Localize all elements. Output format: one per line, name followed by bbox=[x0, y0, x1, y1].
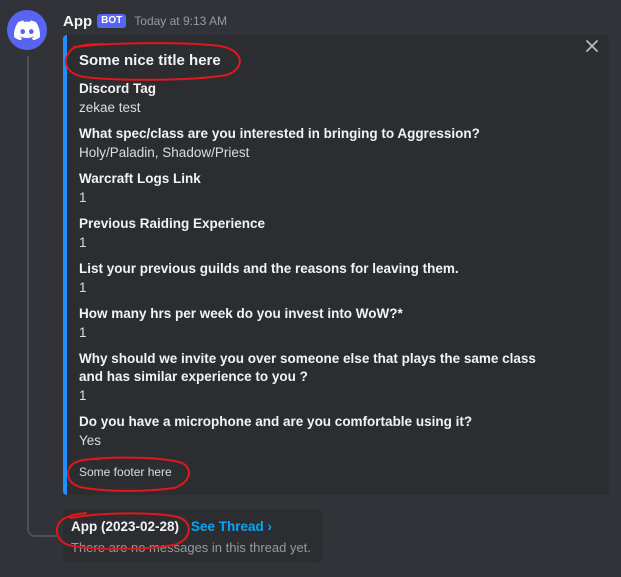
field-value: 1 bbox=[79, 325, 87, 340]
thread-name[interactable]: App (2023-02-28) bbox=[71, 519, 179, 534]
field-name: List your previous guilds and the reason… bbox=[79, 261, 459, 276]
field-value: 1 bbox=[79, 280, 87, 295]
embed-field: Why should we invite you over someone el… bbox=[79, 350, 559, 406]
field-name: What spec/class are you interested in br… bbox=[79, 126, 480, 141]
field-name: Previous Raiding Experience bbox=[79, 216, 266, 231]
embed-title: Some nice title here bbox=[79, 52, 221, 69]
thread-preview[interactable]: App (2023-02-28) See Thread › There are … bbox=[63, 509, 322, 562]
close-embed-button[interactable] bbox=[581, 35, 603, 57]
embed-field: Warcraft Logs Link 1 bbox=[79, 170, 559, 208]
bot-badge: BOT bbox=[97, 14, 127, 28]
field-name: Do you have a microphone and are you com… bbox=[79, 414, 473, 429]
field-value: 1 bbox=[79, 190, 87, 205]
message-embed: Some nice title here Discord Tag zekae t… bbox=[63, 35, 609, 495]
field-value: 1 bbox=[79, 235, 87, 250]
discord-message-view: App BOT Today at 9:13 AM Some nice title… bbox=[0, 0, 621, 577]
thread-connector-line bbox=[27, 56, 57, 537]
embed-footer: Some footer here bbox=[79, 465, 172, 479]
field-name: How many hrs per week do you invest into… bbox=[79, 306, 403, 321]
message-timestamp[interactable]: Today at 9:13 AM bbox=[134, 14, 227, 28]
discord-logo-icon bbox=[14, 20, 40, 40]
embed-field: List your previous guilds and the reason… bbox=[79, 260, 559, 298]
field-name: Why should we invite you over someone el… bbox=[79, 351, 536, 384]
field-value: 1 bbox=[79, 388, 87, 403]
field-value: Yes bbox=[79, 433, 102, 448]
field-value: zekae test bbox=[79, 100, 141, 115]
author-username[interactable]: App bbox=[63, 13, 92, 30]
field-value: Holy/Paladin, Shadow/Priest bbox=[79, 145, 250, 160]
field-name: Warcraft Logs Link bbox=[79, 171, 201, 186]
embed-field: Do you have a microphone and are you com… bbox=[79, 413, 559, 451]
thread-empty-message: There are no messages in this thread yet… bbox=[71, 540, 311, 555]
see-thread-link[interactable]: See Thread › bbox=[191, 519, 272, 534]
embed-field: Previous Raiding Experience 1 bbox=[79, 215, 559, 253]
embed-field: What spec/class are you interested in br… bbox=[79, 125, 559, 163]
embed-field: Discord Tag zekae test bbox=[79, 80, 559, 118]
embed-field: How many hrs per week do you invest into… bbox=[79, 305, 559, 343]
field-name: Discord Tag bbox=[79, 81, 157, 96]
close-icon bbox=[586, 40, 598, 52]
avatar[interactable] bbox=[7, 10, 47, 50]
message-header: App BOT Today at 9:13 AM bbox=[63, 12, 227, 30]
embed-fields: Discord Tag zekae test What spec/class a… bbox=[79, 80, 559, 458]
